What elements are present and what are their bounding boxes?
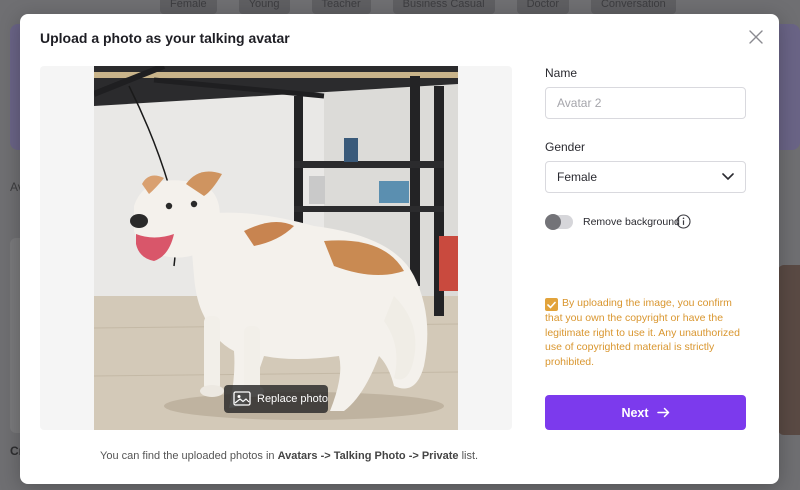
- background-filter-chips: Female Young Teacher Business Casual Doc…: [160, 0, 676, 14]
- path-separator: ->: [317, 450, 334, 462]
- remove-background-label: Remove background: [583, 216, 680, 228]
- footer-text: You can find the uploaded photos in: [100, 450, 278, 462]
- upload-avatar-modal: Upload a photo as your talking avatar Re…: [20, 14, 779, 484]
- gender-label: Gender: [545, 140, 586, 154]
- close-button[interactable]: [747, 28, 765, 46]
- path-talking-photo: Talking Photo: [333, 450, 406, 462]
- path-private: Private: [421, 450, 459, 462]
- remove-background-toggle[interactable]: [545, 214, 573, 230]
- uploaded-photos-location-note: You can find the uploaded photos in Avat…: [100, 450, 478, 462]
- background-chip: Teacher: [311, 0, 371, 14]
- avatar-name-input[interactable]: [545, 87, 746, 119]
- arrow-right-icon: [656, 407, 669, 418]
- background-chip: Young: [238, 0, 290, 14]
- background-chip: Conversation: [590, 0, 676, 14]
- background-card: [778, 265, 800, 435]
- path-avatars: Avatars: [277, 450, 318, 462]
- uploaded-photo: [94, 66, 458, 430]
- background-chip: Female: [160, 0, 217, 14]
- chevron-down-icon: [722, 173, 734, 181]
- toggle-knob: [545, 214, 561, 230]
- footer-text: list.: [458, 450, 479, 462]
- next-button[interactable]: Next: [545, 395, 746, 430]
- background-chip: Doctor: [516, 0, 569, 14]
- path-separator: ->: [405, 450, 422, 462]
- dog-photo-illustration: [94, 66, 458, 430]
- info-icon[interactable]: [676, 214, 691, 229]
- gender-select[interactable]: Female: [545, 161, 746, 193]
- name-label: Name: [545, 66, 578, 80]
- gender-selected-value: Female: [557, 170, 598, 184]
- copyright-consent-text: By uploading the image, you confirm that…: [545, 297, 740, 369]
- next-button-label: Next: [621, 405, 649, 420]
- replace-photo-label: Replace photo: [257, 393, 328, 405]
- close-icon: [749, 30, 763, 44]
- modal-title: Upload a photo as your talking avatar: [40, 30, 290, 46]
- replace-photo-button[interactable]: Replace photo: [224, 385, 328, 413]
- photo-preview-panel: Replace photo: [40, 66, 512, 430]
- background-chip: Business Casual: [392, 0, 495, 14]
- image-replace-icon: [233, 391, 251, 406]
